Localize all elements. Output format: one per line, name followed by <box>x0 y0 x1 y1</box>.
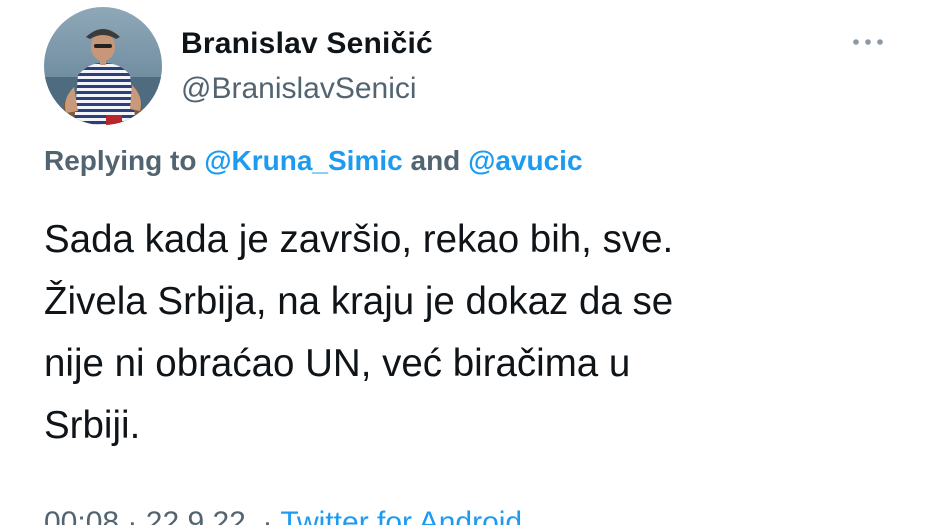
meta-separator: · <box>262 506 273 525</box>
more-horizontal-icon <box>853 39 883 45</box>
reply-context: Replying to @Kruna_Simic and @avucic <box>44 145 583 177</box>
tweet-time[interactable]: 00:08 <box>44 506 119 525</box>
tweet-text-line: Sada kada je završio, rekao bih, sve. <box>44 218 674 261</box>
author-display-name[interactable]: Branislav Seničić <box>181 27 433 61</box>
avatar[interactable] <box>44 7 162 125</box>
reply-context-prefix: Replying to <box>44 145 197 176</box>
mention-link-kruna-simic[interactable]: @Kruna_Simic <box>204 145 402 176</box>
tweet-meta: 00:08 · 22.9.22. · Twitter for Android <box>44 506 522 525</box>
tweet-source-link[interactable]: Twitter for Android <box>280 506 522 525</box>
tweet-text-line: Živela Srbija, na kraju je dokaz da se <box>44 280 674 323</box>
avatar-photo <box>44 7 162 125</box>
meta-separator: · <box>127 506 138 525</box>
reply-context-conjunction: and <box>410 145 461 176</box>
tweet-text-line: nije ni obraćao UN, već biračima u <box>44 342 631 385</box>
more-options-button[interactable] <box>848 30 888 54</box>
tweet-date[interactable]: 22.9.22. <box>146 506 254 525</box>
author-handle[interactable]: @BranislavSenici <box>181 72 417 106</box>
tweet-card: Branislav Seničić @BranislavSenici Reply… <box>0 0 930 525</box>
tweet-text-line: Srbiji. <box>44 404 141 447</box>
mention-link-avucic[interactable]: @avucic <box>468 145 582 176</box>
tweet-text: Sada kada je završio, rekao bih, sve. Ži… <box>44 209 904 457</box>
